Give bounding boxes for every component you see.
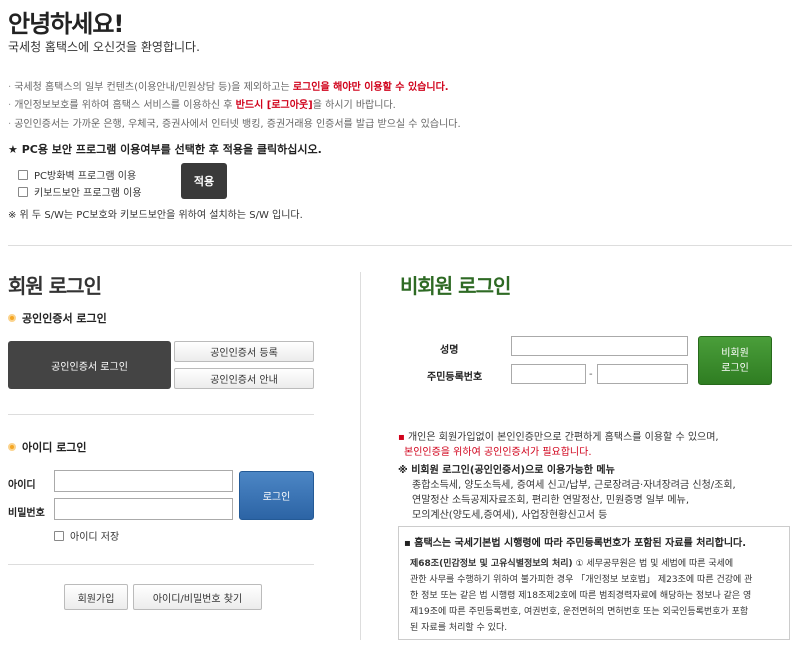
cert-login-button[interactable]: 공인인증서 로그인 xyxy=(8,341,171,389)
privacy-box-text: 제19조에 따른 주민등록번호, 여권번호, 운전면허의 면허번호 또는 외국인… xyxy=(410,607,749,617)
cert-register-button[interactable]: 공인인증서 등록 xyxy=(174,341,314,362)
cert-guide-button[interactable]: 공인인증서 안내 xyxy=(174,368,314,389)
greeting-subtitle: 국세청 홈택스에 오신것을 환영합니다. xyxy=(8,40,200,54)
password-input[interactable] xyxy=(54,498,233,520)
id-login-button[interactable]: 로그인 xyxy=(239,471,314,520)
guest-service-line: 모의계산(양도세,증여세), 사업장현황신고서 등 xyxy=(412,510,608,521)
keyboard-security-option[interactable]: 키보드보안 프로그램 이용 xyxy=(18,184,142,199)
security-note: ※ 위 두 S/W는 PC보호와 키보드보안을 위하여 설치하는 S/W 입니다… xyxy=(8,210,303,221)
privacy-box-text: 제68조(민감정보 및 고유식별정보의 처리) ① 세무공무원은 법 및 세법에… xyxy=(410,559,734,569)
rrn-dash: - xyxy=(589,369,593,380)
section-divider xyxy=(8,245,792,246)
id-login-section: 아이디 로그인 xyxy=(8,439,87,455)
privacy-box-heading: ▪ 홈택스는 국세기본법 시행령에 따라 주민등록번호가 포함된 자료를 처리합… xyxy=(404,538,747,549)
keyboard-security-label: 키보드보안 프로그램 이용 xyxy=(34,188,142,199)
save-id-checkbox[interactable] xyxy=(54,530,64,541)
greeting-title: 안녕하세요! xyxy=(8,10,124,38)
name-label: 성명 xyxy=(440,345,459,356)
member-login-title: 회원 로그인 xyxy=(8,274,102,298)
keyboard-security-checkbox[interactable] xyxy=(18,186,28,197)
guest-services-heading: ※ 비회원 로그인(공인인증서)으로 이용가능한 메뉴 xyxy=(398,465,615,476)
notice-logout: · 개인정보보호를 위하여 홈택스 서비스를 이용하신 후 반드시 [로그아웃]을… xyxy=(8,100,396,111)
apply-button[interactable]: 적용 xyxy=(181,163,227,199)
guest-login-button[interactable]: 비회원 로그인 xyxy=(698,336,772,385)
member-divider-bottom xyxy=(8,564,314,565)
bullet-circle-icon xyxy=(8,443,16,451)
firewall-checkbox[interactable] xyxy=(18,169,28,180)
notice-certificate: · 공인인증서는 가까운 은행, 우체국, 증권사에서 인터넷 뱅킹, 증권거래용… xyxy=(8,119,461,130)
firewall-option[interactable]: PC방화벽 프로그램 이용 xyxy=(18,167,136,182)
privacy-box-text: 관한 사무를 수행하기 위하여 불가피한 경우 「개인정보 보호법」 제23조에… xyxy=(410,575,753,585)
name-input[interactable] xyxy=(511,336,688,356)
guest-login-title: 비회원 로그인 xyxy=(400,274,511,298)
password-label: 비밀번호 xyxy=(8,508,45,519)
guest-note-red: 본인인증을 위하여 공인인증서가 필요합니다. xyxy=(404,447,592,458)
find-account-button[interactable]: 아이디/비밀번호 찾기 xyxy=(133,584,262,610)
save-id-label: 아이디 저장 xyxy=(70,532,120,543)
rrn-back-input[interactable] xyxy=(597,364,688,384)
save-id-option[interactable]: 아이디 저장 xyxy=(54,528,119,543)
guest-service-line: 연말정산 소득공제자료조회, 편리한 연말정산, 민원증명 일부 메뉴, xyxy=(412,495,690,506)
id-input[interactable] xyxy=(54,470,233,492)
guest-note: ▪ 개인은 회원가입없이 본인인증만으로 간편하게 홈택스를 이용할 수 있으며… xyxy=(398,432,719,443)
id-label: 아이디 xyxy=(8,480,36,491)
firewall-label: PC방화벽 프로그램 이용 xyxy=(34,171,137,182)
member-divider xyxy=(8,414,314,415)
bullet-circle-icon xyxy=(8,314,16,322)
security-heading: ★ PC용 보안 프로그램 이용여부를 선택한 후 적용을 클릭하십시오. xyxy=(8,143,322,156)
privacy-box-text: 된 자료를 처리할 수 있다. xyxy=(410,623,508,633)
column-divider xyxy=(360,272,361,640)
privacy-box-text: 한 정보 또는 같은 법 시행령 제18조제2호에 따른 범죄경력자료에 해당하… xyxy=(410,591,752,601)
join-button[interactable]: 회원가입 xyxy=(64,584,128,610)
rrn-label: 주민등록번호 xyxy=(427,372,483,383)
notice-login-required: · 국세청 홈택스의 일부 컨텐츠(이용안내/민원상담 등)을 제외하고는 로그인… xyxy=(8,82,449,93)
cert-login-section: 공인인증서 로그인 xyxy=(8,310,107,326)
guest-service-line: 종합소득세, 양도소득세, 증여세 신고/납부, 근로장려금·자녀장려금 신청/… xyxy=(412,480,736,491)
rrn-front-input[interactable] xyxy=(511,364,586,384)
